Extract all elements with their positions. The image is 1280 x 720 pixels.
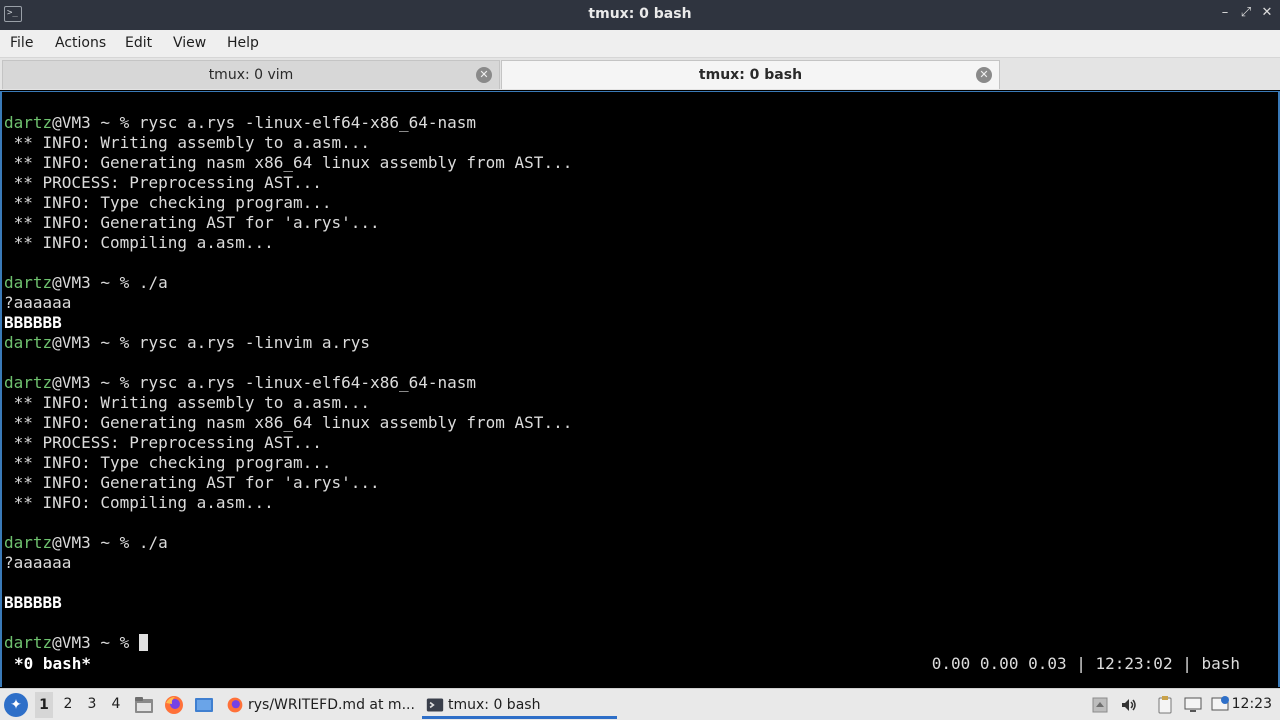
start-menu-icon[interactable]: ✦ [4, 693, 28, 717]
output-text: ** INFO: Type checking program... [4, 193, 332, 212]
command-text: ./a [138, 533, 168, 552]
output-line: ** PROCESS: Preprocessing AST... [4, 433, 322, 453]
output-text: BBBBBB [4, 593, 62, 612]
prompt-user: dartz [4, 633, 53, 652]
output-line: ** INFO: Generating AST for 'a.rys'... [4, 473, 380, 493]
menu-edit[interactable]: Edit [125, 35, 152, 51]
output-text: ** INFO: Compiling a.asm... [4, 233, 274, 252]
eject-icon[interactable] [1090, 695, 1110, 715]
maximize-button[interactable]: ⤢ [1238, 5, 1254, 20]
workspace-4[interactable]: 4 [107, 696, 125, 712]
monitor-icon[interactable] [1183, 695, 1203, 715]
tab-label: tmux: 0 bash [698, 67, 803, 83]
window-title: tmux: 0 bash [588, 6, 692, 22]
update-icon[interactable] [1210, 695, 1230, 715]
window-titlebar[interactable]: >_ tmux: 0 bash – ⤢ ✕ [0, 0, 1280, 30]
output-text: ** INFO: Generating nasm x86_64 linux as… [4, 413, 573, 432]
output-line: ** INFO: Generating AST for 'a.rys'... [4, 213, 380, 233]
output-text: ** INFO: Type checking program... [4, 453, 332, 472]
menu-file[interactable]: File [10, 35, 33, 51]
prompt-host-path: @VM3 ~ % [52, 633, 139, 652]
command-text: rysc a.rys -linux-elf64-x86_64-nasm [138, 373, 477, 392]
output-line: ** INFO: Compiling a.asm... [4, 493, 274, 513]
terminal-output[interactable]: *0 bash* 0.00 0.00 0.03 | 12:23:02 | bas… [0, 91, 1280, 687]
prompt-host-path: @VM3 ~ % [52, 113, 139, 132]
output-line: ** INFO: Compiling a.asm... [4, 233, 274, 253]
minimize-button[interactable]: – [1217, 5, 1233, 20]
prompt-line: dartz@VM3 ~ % [4, 633, 148, 653]
firefox-icon [227, 697, 243, 713]
prompt-host-path: @VM3 ~ % [52, 373, 139, 392]
taskbar: ✦ 1 2 3 4 rys/WRITEFD.md at m... tmux: 0… [0, 688, 1280, 720]
output-line: ** INFO: Generating nasm x86_64 linux as… [4, 413, 573, 433]
output-text: ** PROCESS: Preprocessing AST... [4, 173, 322, 192]
command-text: ./a [138, 273, 168, 292]
output-line: ** INFO: Generating nasm x86_64 linux as… [4, 153, 573, 173]
workspace-3[interactable]: 3 [83, 696, 101, 712]
close-window-button[interactable]: ✕ [1259, 5, 1275, 20]
command-text: rysc a.rys -linux-elf64-x86_64-nasm [138, 113, 477, 132]
output-line: ** INFO: Type checking program... [4, 193, 332, 213]
output-text: ** INFO: Generating AST for 'a.rys'... [4, 213, 380, 232]
tmux-status-window: *0 bash* [14, 654, 92, 673]
output-line: ** INFO: Writing assembly to a.asm... [4, 393, 370, 413]
workspace-2[interactable]: 2 [59, 696, 77, 712]
output-line: BBBBBB [4, 313, 62, 333]
task-firefox[interactable]: rys/WRITEFD.md at m... [222, 691, 417, 719]
prompt-line: dartz@VM3 ~ % ./a [4, 273, 168, 293]
file-manager-icon[interactable] [133, 694, 155, 716]
clock: 12:23 [1231, 696, 1272, 712]
prompt-user: dartz [4, 533, 53, 552]
output-line: BBBBBB [4, 593, 62, 613]
menu-view[interactable]: View [173, 35, 206, 51]
output-text: ?aaaaaa [4, 293, 72, 312]
output-text: ** INFO: Writing assembly to a.asm... [4, 133, 371, 152]
output-text: ** INFO: Generating nasm x86_64 linux as… [4, 153, 573, 172]
terminal-cursor [138, 634, 148, 651]
prompt-user: dartz [4, 333, 53, 352]
close-tab-icon[interactable]: ✕ [976, 67, 992, 83]
menu-help[interactable]: Help [227, 35, 259, 51]
clipboard-icon[interactable] [1155, 695, 1175, 715]
task-label: rys/WRITEFD.md at m... [248, 697, 415, 713]
output-line: ** PROCESS: Preprocessing AST... [4, 173, 322, 193]
volume-icon[interactable] [1119, 695, 1139, 715]
prompt-line: dartz@VM3 ~ % rysc a.rys -linux-elf64-x8… [4, 373, 476, 393]
prompt-user: dartz [4, 113, 53, 132]
output-text: ** PROCESS: Preprocessing AST... [4, 433, 322, 452]
output-text: ?aaaaaa [4, 553, 72, 572]
menu-bar: File Actions Edit View Help [0, 30, 1280, 58]
command-text: rysc a.rys -linvim a.rys [138, 333, 371, 352]
prompt-user: dartz [4, 273, 53, 292]
prompt-line: dartz@VM3 ~ % ./a [4, 533, 168, 553]
workspace-1[interactable]: 1 [35, 692, 53, 718]
prompt-line: dartz@VM3 ~ % rysc a.rys -linux-elf64-x8… [4, 113, 476, 133]
tab-tmux-vim[interactable]: tmux: 0 vim ✕ [2, 60, 500, 89]
task-label: tmux: 0 bash [448, 697, 541, 713]
output-line: ?aaaaaa [4, 553, 71, 573]
close-tab-icon[interactable]: ✕ [476, 67, 492, 83]
output-line: ** INFO: Type checking program... [4, 453, 332, 473]
tab-tmux-bash[interactable]: tmux: 0 bash ✕ [501, 60, 1000, 89]
tmux-status-info: 0.00 0.00 0.03 | 12:23:02 | bash [931, 654, 1240, 673]
output-line: ** INFO: Writing assembly to a.asm... [4, 133, 370, 153]
prompt-host-path: @VM3 ~ % [52, 533, 139, 552]
output-text: ** INFO: Compiling a.asm... [4, 493, 274, 512]
firefox-icon[interactable] [163, 694, 185, 716]
prompt-user: dartz [4, 373, 53, 392]
task-terminal[interactable]: tmux: 0 bash [422, 691, 617, 719]
terminal-icon [426, 698, 444, 712]
output-text: BBBBBB [4, 313, 62, 332]
prompt-host-path: @VM3 ~ % [52, 273, 139, 292]
tab-label: tmux: 0 vim [208, 67, 294, 83]
output-text: ** INFO: Generating AST for 'a.rys'... [4, 473, 380, 492]
prompt-host-path: @VM3 ~ % [52, 333, 139, 352]
output-text: ** INFO: Writing assembly to a.asm... [4, 393, 371, 412]
prompt-line: dartz@VM3 ~ % rysc a.rys -linvim a.rys [4, 333, 370, 353]
menu-actions[interactable]: Actions [55, 35, 106, 51]
tab-bar: tmux: 0 vim ✕ tmux: 0 bash ✕ [0, 58, 1280, 90]
output-line: ?aaaaaa [4, 293, 71, 313]
desktop-icon[interactable] [193, 694, 215, 716]
